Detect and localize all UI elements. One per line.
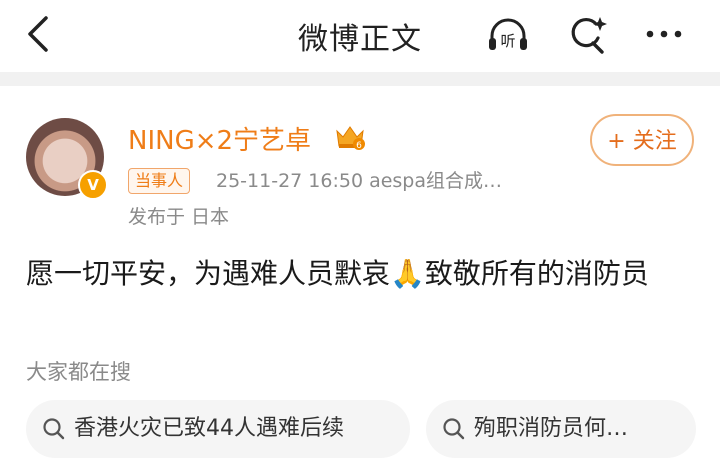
- post-meta[interactable]: 25-11-27 16:50 aespa组合成…: [216, 166, 502, 193]
- top-navigation-bar: 微博正文 听: [0, 0, 720, 72]
- page-title: 微博正文: [298, 22, 422, 57]
- role-tag: 当事人: [128, 168, 191, 194]
- crown-level: 6: [356, 141, 362, 151]
- post-content: 愿一切平安，为遇难人员默哀🙏致敬所有的消防员: [26, 257, 649, 290]
- listen-label: 听: [500, 32, 515, 50]
- search-sparkle-icon[interactable]: [562, 12, 610, 56]
- hot-search-label: 殉职消防员何…: [474, 416, 629, 441]
- listen-icon[interactable]: 听: [484, 12, 532, 56]
- author-name[interactable]: NING×2宁艺卓: [128, 120, 311, 157]
- more-icon[interactable]: [640, 12, 688, 56]
- crown-icon: 6: [334, 122, 366, 152]
- section-divider: [0, 72, 720, 86]
- follow-button[interactable]: + 关注: [590, 114, 694, 166]
- hot-search-title: 大家都在搜: [26, 360, 131, 384]
- search-icon: [443, 418, 465, 440]
- hot-search-label: 香港火灾已致44人遇难后续: [74, 416, 344, 441]
- hot-search-chip[interactable]: 香港火灾已致44人遇难后续: [26, 400, 410, 458]
- verified-badge-icon: V: [78, 170, 108, 200]
- hot-search-chip[interactable]: 殉职消防员何…: [426, 400, 696, 458]
- post-location: 发布于 日本: [128, 206, 230, 228]
- search-icon: [43, 418, 65, 440]
